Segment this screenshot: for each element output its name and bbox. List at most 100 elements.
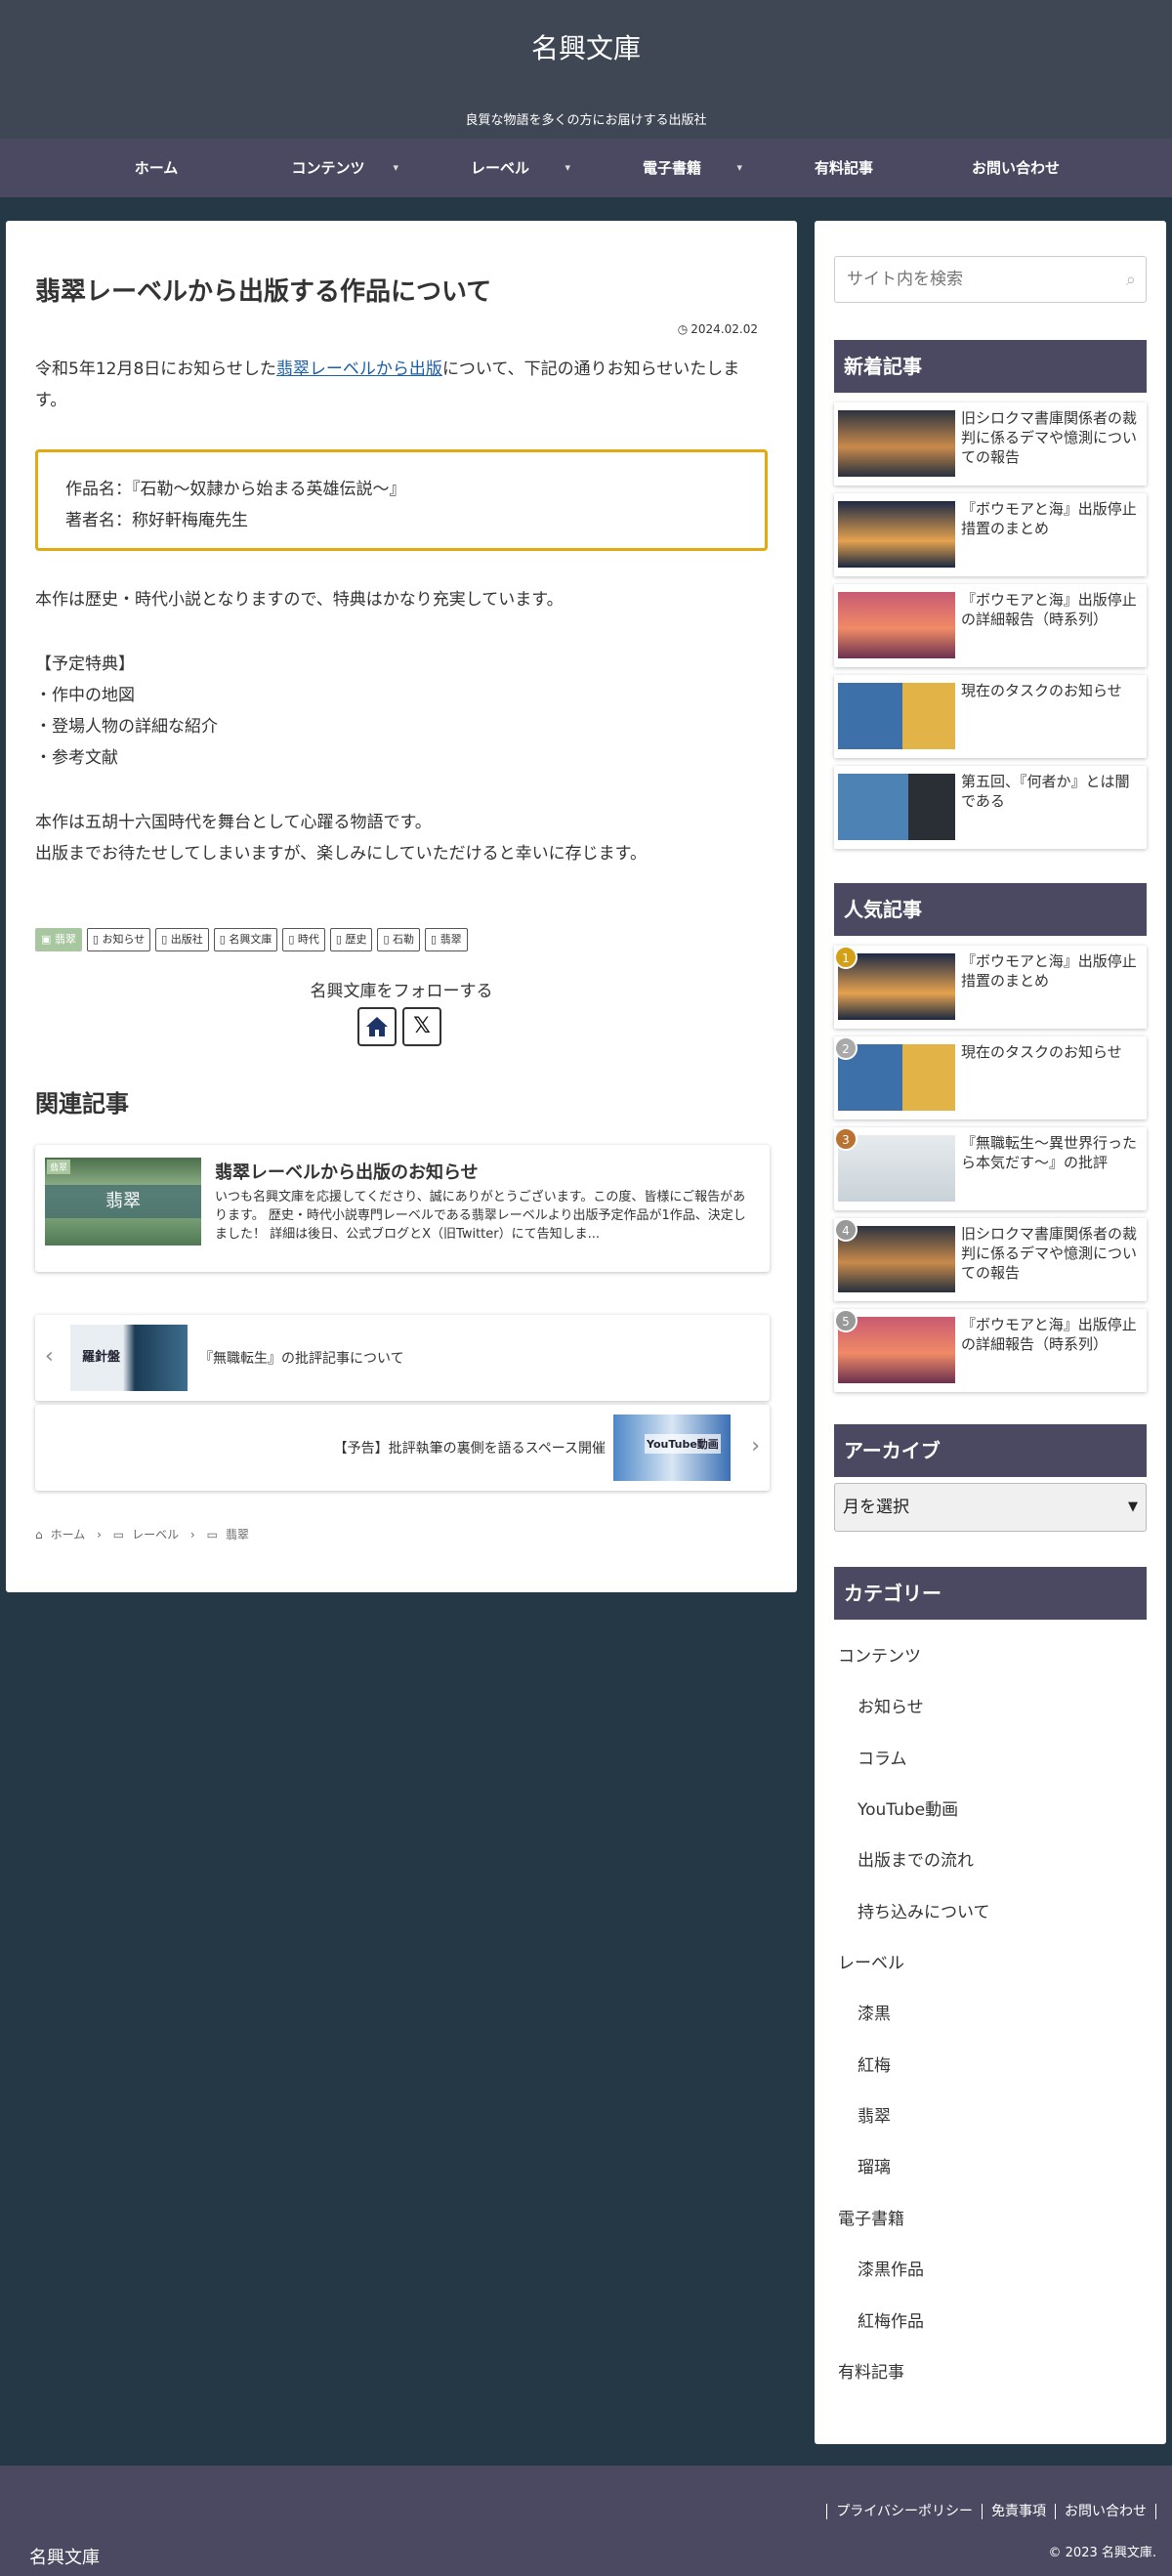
post-thumbnail: [838, 501, 955, 568]
x-follow-button[interactable]: 𝕏: [402, 1007, 441, 1046]
chevron-right-icon: ›: [97, 1528, 102, 1541]
footer-link-contact[interactable]: お問い合わせ: [1055, 2504, 1156, 2519]
post-title: 『ボウモアと海』出版停止の詳細報告（時系列）: [961, 591, 1137, 628]
site-tagline: 良質な物語を多くの方にお届けする出版社: [465, 113, 707, 128]
closing-line: 本作は五胡十六国時代を舞台として心躍る物語です。: [35, 813, 432, 832]
tag[interactable]: ▯ 出版社: [155, 928, 209, 951]
category-link[interactable]: 持ち込みについて: [858, 1898, 990, 1922]
tag-list: ▣ 翡翠 ▯ お知らせ ▯ 出版社 ▯ 名興文庫 ▯ 時代 ▯ 歴史 ▯ 石勒 …: [35, 928, 473, 951]
category-link[interactable]: 紅梅作品: [858, 2307, 924, 2332]
popular-post-item[interactable]: 5 『ボウモアと海』出版停止の詳細報告（時系列）: [834, 1309, 1147, 1392]
next-post-card[interactable]: 【予告】批評執筆の裏側を語るスペース開催 YouTube動画 ›: [35, 1405, 770, 1491]
popular-post-item[interactable]: 4 旧シロクマ書庫関係者の裁判に係るデマや憶測についての報告: [834, 1218, 1147, 1301]
tag[interactable]: ▯ 翡翠: [425, 928, 468, 951]
tag-label: 出版社: [170, 933, 203, 946]
category-link[interactable]: 出版までの流れ: [858, 1846, 974, 1871]
folder-icon: ▭: [112, 1528, 125, 1541]
popular-post-item[interactable]: 2 現在のタスクのお知らせ: [834, 1036, 1147, 1119]
prev-post-card[interactable]: ‹ 羅針盤 『無職転生』の批評記事について: [35, 1315, 770, 1401]
tag[interactable]: ▯ 歴史: [329, 928, 373, 951]
nav-item-contact[interactable]: お問い合わせ: [930, 139, 1102, 197]
post-title: 第五回、『何者か』とは闇である: [961, 773, 1130, 810]
footer-link-privacy[interactable]: プライバシーポリシー: [826, 2504, 982, 2519]
main-content: 翡翠レーベルから出版する作品について ◷ 2024.02.02 令和5年12月8日…: [6, 221, 797, 1592]
nav-item-label[interactable]: レーベル ▾: [414, 139, 586, 197]
archive-select[interactable]: 月を選択 ▼: [834, 1483, 1147, 1532]
new-post-item[interactable]: 第五回、『何者か』とは闇である: [834, 766, 1147, 849]
popular-post-item[interactable]: 3 『無職転生〜異世界行ったら本気だす〜』の批評: [834, 1127, 1147, 1210]
prev-thumbnail: 羅針盤: [70, 1325, 188, 1391]
tag[interactable]: ▯ 石勒: [377, 928, 421, 951]
category-link[interactable]: コンテンツ: [838, 1642, 921, 1667]
category-link[interactable]: 有料記事: [838, 2358, 904, 2383]
copyright: © 2023 名興文庫.: [1048, 2546, 1156, 2560]
nav-item-paid-articles[interactable]: 有料記事: [758, 139, 930, 197]
intro-prefix: 令和5年12月8日にお知らせした: [35, 359, 276, 379]
category-tag[interactable]: ▣ 翡翠: [35, 928, 82, 951]
category-link[interactable]: 漆黒作品: [858, 2256, 924, 2280]
chevron-right-icon: ›: [751, 1434, 760, 1458]
x-icon: 𝕏: [413, 1014, 431, 1038]
popular-post-item[interactable]: 1 『ボウモアと海』出版停止措置のまとめ: [834, 946, 1147, 1029]
category-link[interactable]: 電子書籍: [838, 2205, 904, 2229]
tag[interactable]: ▯ 時代: [282, 928, 325, 951]
category-link[interactable]: コラム: [858, 1745, 907, 1769]
chevron-down-icon: ▼: [1128, 1499, 1138, 1514]
nav-item-home[interactable]: ホーム: [70, 139, 242, 197]
category-link[interactable]: 紅梅: [858, 2051, 891, 2076]
thumb-text: 翡翠: [45, 1185, 201, 1218]
tag-label: お知らせ: [102, 933, 146, 946]
sidebar: ⌕ 新着記事 旧シロクマ書庫関係者の裁判に係るデマや憶測についての報告 『ボウモ…: [815, 221, 1166, 2444]
rank-badge: 2: [834, 1036, 858, 1060]
site-title[interactable]: 名興文庫: [0, 27, 1172, 66]
category-link[interactable]: 漆黒: [858, 2000, 891, 2024]
tag[interactable]: ▯ 名興文庫: [213, 928, 278, 951]
thumb-category-label: 翡翠: [47, 1160, 71, 1174]
related-card[interactable]: 翡翠 翡翠 翡翠レーベルから出版のお知らせ いつも名興文庫を応援してくださり、誠…: [35, 1145, 770, 1272]
new-post-item[interactable]: 『ボウモアと海』出版停止措置のまとめ: [834, 493, 1147, 576]
home-follow-button[interactable]: [357, 1007, 397, 1046]
work-info-box: 作品名：『石勒〜奴隷から始まる英雄伝説〜』 著者名：称好軒梅庵先生: [35, 449, 768, 551]
post-thumbnail: [838, 774, 955, 840]
nav-label: コンテンツ: [291, 159, 365, 177]
bonus-item: ・登場人物の詳細な紹介: [35, 717, 218, 737]
search-input[interactable]: [835, 257, 1099, 302]
rank-badge: 5: [834, 1309, 858, 1332]
nav-item-contents[interactable]: コンテンツ ▾: [242, 139, 414, 197]
new-post-item[interactable]: 現在のタスクのお知らせ: [834, 675, 1147, 758]
category-link[interactable]: レーベル: [838, 1949, 904, 1973]
site-header: 名興文庫 良質な物語を多くの方にお届けする出版社: [0, 0, 1172, 139]
footer-link-disclaimer[interactable]: 免責事項: [982, 2504, 1055, 2519]
tag-label: 時代: [297, 933, 319, 946]
post-title: 『ボウモアと海』出版停止の詳細報告（時系列）: [961, 1316, 1137, 1353]
footer-logo[interactable]: 名興文庫: [29, 2544, 100, 2569]
bonus-heading: 【予定特典】: [35, 655, 135, 674]
work-author: 著者名：称好軒梅庵先生: [65, 511, 248, 530]
post-thumbnail: [838, 683, 955, 749]
chevron-down-icon: ▾: [565, 161, 570, 174]
category-link[interactable]: お知らせ: [858, 1693, 924, 1717]
related-heading: 関連記事: [35, 1090, 129, 1118]
category-link[interactable]: 翡翠: [858, 2102, 891, 2127]
post-thumbnail: [838, 410, 955, 477]
search-icon[interactable]: ⌕: [1126, 270, 1136, 290]
home-icon: ⌂: [35, 1528, 43, 1541]
intro-link[interactable]: 翡翠レーベルから出版: [276, 359, 442, 379]
post-title: 『無職転生〜異世界行ったら本気だす〜』の批評: [961, 1134, 1138, 1171]
tag-label: 翡翠: [440, 933, 462, 946]
archive-heading: アーカイブ: [834, 1424, 1147, 1477]
breadcrumb-label[interactable]: レーベル: [132, 1528, 179, 1541]
category-link[interactable]: YouTube動画: [858, 1795, 958, 1820]
nav-item-ebooks[interactable]: 電子書籍 ▾: [586, 139, 758, 197]
clock-icon: ◷: [677, 322, 689, 336]
category-link[interactable]: 瑠璃: [858, 2153, 891, 2177]
new-post-item[interactable]: 旧シロクマ書庫関係者の裁判に係るデマや憶測についての報告: [834, 402, 1147, 486]
new-post-item[interactable]: 『ボウモアと海』出版停止の詳細報告（時系列）: [834, 584, 1147, 667]
breadcrumb: ⌂ ホーム › ▭ レーベル › ▭ 翡翠: [35, 1526, 257, 1542]
breadcrumb-current[interactable]: 翡翠: [226, 1528, 249, 1541]
breadcrumb-home[interactable]: ホーム: [51, 1528, 86, 1541]
nav-label: 電子書籍: [642, 159, 701, 177]
related-thumbnail: 翡翠 翡翠: [45, 1158, 201, 1246]
tag[interactable]: ▯ お知らせ: [86, 928, 151, 951]
post-title: 旧シロクマ書庫関係者の裁判に係るデマや憶測についての報告: [961, 409, 1138, 466]
